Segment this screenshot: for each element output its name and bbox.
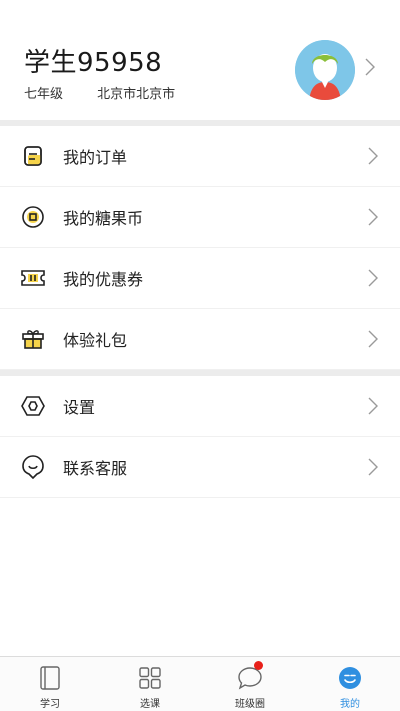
smiley-icon xyxy=(337,665,363,691)
chevron-right-icon xyxy=(368,330,378,348)
book-icon xyxy=(37,665,63,691)
chevron-right-icon xyxy=(368,397,378,415)
menu-item-label: 我的优惠券 xyxy=(63,270,144,289)
user-grade: 七年级 xyxy=(24,87,64,102)
tab-label: 我的 xyxy=(340,699,360,710)
tab-label: 班级圈 xyxy=(235,699,265,710)
menu-item-candy-coins[interactable]: 我的糖果币 xyxy=(0,187,400,248)
menu-item-customer-service[interactable]: 联系客服 xyxy=(0,437,400,498)
tab-mine[interactable]: 我的 xyxy=(300,657,400,711)
coupon-icon xyxy=(20,265,46,291)
profile-header[interactable]: 学生95958 七年级 北京市北京市 xyxy=(0,0,400,120)
settings-icon xyxy=(20,393,46,419)
user-location: 北京市北京市 xyxy=(97,87,176,102)
notification-badge xyxy=(254,661,263,670)
menu-item-gift-pack[interactable]: 体验礼包 xyxy=(0,309,400,370)
order-icon xyxy=(20,143,46,169)
menu-item-coupons[interactable]: 我的优惠券 xyxy=(0,248,400,309)
tab-class-circle[interactable]: 班级圈 xyxy=(200,657,300,711)
menu-item-label: 我的订单 xyxy=(63,148,128,167)
chevron-right-icon xyxy=(368,147,378,165)
menu-item-label: 体验礼包 xyxy=(63,331,128,350)
user-name: 学生95958 xyxy=(24,48,163,78)
menu-item-orders[interactable]: 我的订单 xyxy=(0,126,400,187)
coin-icon xyxy=(20,204,46,230)
tab-courses[interactable]: 选课 xyxy=(100,657,200,711)
menu-item-label: 设置 xyxy=(63,398,96,417)
menu-item-label: 联系客服 xyxy=(63,459,128,478)
menu-group-2: 设置 联系客服 xyxy=(0,376,400,498)
tab-label: 学习 xyxy=(40,699,60,710)
menu-item-settings[interactable]: 设置 xyxy=(0,376,400,437)
chevron-right-icon xyxy=(368,269,378,287)
bottom-tab-bar: 学习 选课 班级圈 我的 xyxy=(0,656,400,711)
tab-study[interactable]: 学习 xyxy=(0,657,100,711)
chevron-right-icon xyxy=(365,58,375,76)
avatar[interactable] xyxy=(295,40,355,100)
tab-label: 选课 xyxy=(140,699,160,710)
chevron-right-icon xyxy=(368,458,378,476)
chevron-right-icon xyxy=(368,208,378,226)
user-info: 七年级 北京市北京市 xyxy=(24,83,205,102)
customer-service-icon xyxy=(20,454,46,480)
menu-item-label: 我的糖果币 xyxy=(63,209,144,228)
gift-icon xyxy=(20,326,46,352)
grid-icon xyxy=(137,665,163,691)
menu-group-1: 我的订单 我的糖果币 我的优惠券 体验礼包 xyxy=(0,126,400,370)
